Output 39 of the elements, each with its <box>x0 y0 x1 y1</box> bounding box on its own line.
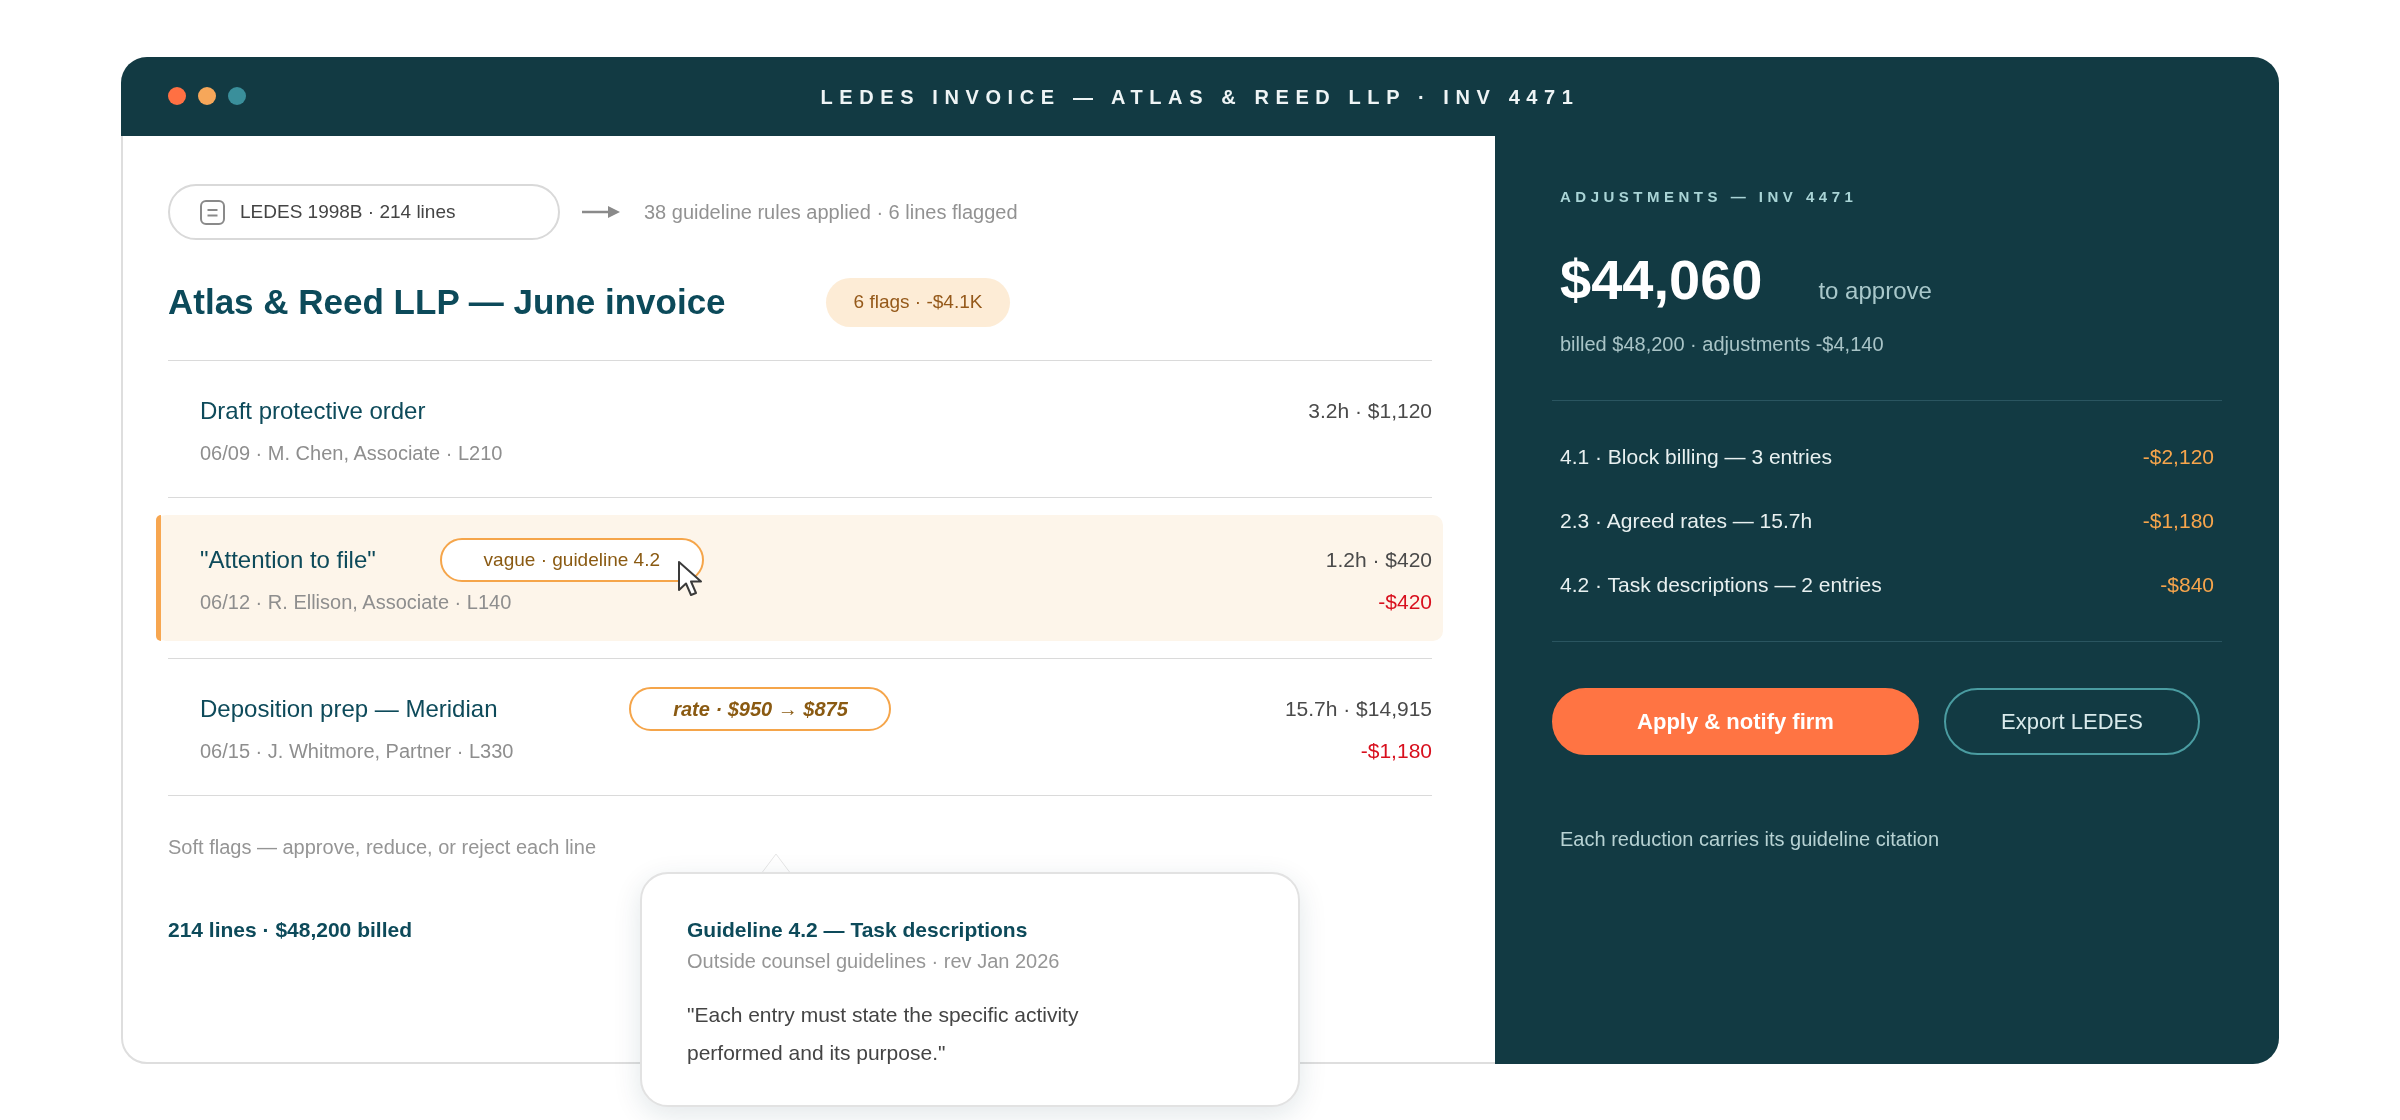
window-title: LEDES INVOICE — ATLAS & REED LLP · INV 4471 <box>820 84 1580 110</box>
line-meta: 06/15 · J. Whitmore, Partner · L330 <box>200 739 514 764</box>
review-note: Soft flags — approve, reduce, or reject each line <box>168 835 596 860</box>
total-breakdown: billed $48,200 · adjustments -$4,140 <box>1560 332 1884 357</box>
document-icon <box>200 199 225 225</box>
adjustment-label: 4.1 · Block billing — 3 entries <box>1560 444 1832 471</box>
arrow-right-icon <box>582 205 620 219</box>
panel-footnote: Each reduction carries its guideline citation <box>1560 827 1940 852</box>
line-amount: 1.2h · $420 <box>1325 547 1432 574</box>
flag-tag[interactable]: rate · $950 → $875 <box>629 687 892 731</box>
line-title: "Attention to file" <box>200 545 376 575</box>
total-caption: to approve <box>1818 276 1932 306</box>
line-amount: 3.2h · $1,120 <box>1308 398 1432 425</box>
adjustment-label: 2.3 · Agreed rates — 15.7h <box>1560 508 1813 535</box>
mouse-pointer-icon <box>676 560 704 598</box>
tooltip-title: Guideline 4.2 — Task descriptions <box>687 917 1028 943</box>
rules-note: 38 guideline rules applied · 6 lines flagged <box>644 200 1018 225</box>
invoice-title: Atlas & Reed LLP — June invoice <box>168 280 726 323</box>
adjustment-amount: -$2,120 <box>2142 444 2214 471</box>
adjustment-amount: -$840 <box>2160 572 2214 599</box>
file-label: LEDES 1998B · 214 lines <box>240 199 456 224</box>
line-amount: 15.7h · $14,915 <box>1284 696 1432 723</box>
export-button[interactable]: Export LEDES <box>1944 688 2200 755</box>
line-meta: 06/09 · M. Chen, Associate · L210 <box>200 441 503 466</box>
file-chip[interactable]: LEDES 1998B · 214 lines <box>168 184 560 240</box>
adjustment-amount: -$1,180 <box>2142 508 2214 535</box>
approve-total: $44,060 <box>1560 248 1763 312</box>
line-title: Draft protective order <box>200 396 426 426</box>
totals-summary: 214 lines · $48,200 billed <box>168 917 412 943</box>
tooltip-source: Outside counsel guidelines · rev Jan 2026 <box>687 949 1060 974</box>
line-meta: 06/12 · R. Ellison, Associate · L140 <box>200 590 512 615</box>
line-reduction: -$1,180 <box>1360 738 1432 764</box>
flags-badge: 6 flags · -$4.1K <box>825 277 1011 327</box>
line-title: Deposition prep — Meridian <box>200 694 498 724</box>
adjustment-label: 4.2 · Task descriptions — 2 entries <box>1560 572 1882 599</box>
panel-heading: ADJUSTMENTS — INV 4471 <box>1560 187 1858 207</box>
line-reduction: -$420 <box>1378 589 1432 615</box>
guideline-quote: "Each entry must state the specific activity performed and its purpose." <box>687 1002 1080 1066</box>
flag-tag[interactable]: vague · guideline 4.2 <box>439 538 704 582</box>
